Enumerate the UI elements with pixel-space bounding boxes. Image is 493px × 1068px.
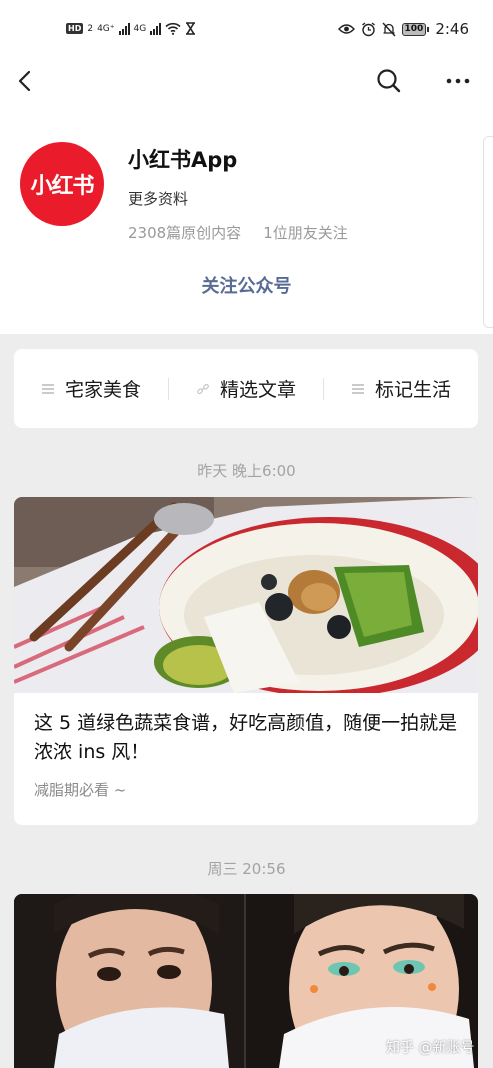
article-title: 这 5 道绿色蔬菜食谱，好吃高颜值，随便一拍就是浓浓 ins 风！ xyxy=(34,712,458,763)
search-icon[interactable] xyxy=(375,67,403,95)
wifi-icon xyxy=(165,22,181,35)
menu-item-life[interactable]: 标记生活 xyxy=(324,349,478,428)
menu-label: 标记生活 xyxy=(374,379,451,401)
article-card[interactable]: 这 5 道绿色蔬菜食谱，好吃高颜值，随便一拍就是浓浓 ins 风！ 减脂期必看 … xyxy=(14,497,478,825)
avatar[interactable]: 小红书 xyxy=(20,142,104,226)
menu-label: 精选文章 xyxy=(219,379,296,401)
account-stats: 2308篇原创内容 1位朋友关注 xyxy=(128,222,348,243)
account-name: 小红书App xyxy=(128,148,238,172)
mute-bell-icon xyxy=(382,22,396,36)
post-time: 昨天 晚上6:00 xyxy=(197,462,296,480)
signal-icon xyxy=(118,22,130,35)
battery-level: 100 xyxy=(401,22,427,36)
menu-label: 宅家美食 xyxy=(64,379,141,401)
signal-icon xyxy=(150,22,162,35)
network-type-1: 4G⁺ xyxy=(97,23,115,34)
clock: 2:46 xyxy=(435,20,469,38)
follow-button[interactable]: 关注公众号 xyxy=(0,272,493,298)
post-time: 周三 20:56 xyxy=(207,860,286,878)
article-digest: 减脂期必看 ~ xyxy=(34,781,127,799)
friends-following: 1位朋友关注 xyxy=(263,224,348,242)
battery-icon: 100 xyxy=(401,22,430,36)
hd-sub: 2 xyxy=(87,23,94,34)
account-menu: 宅家美食 精选文章 标记生活 xyxy=(14,349,478,428)
status-bar: HD 2 4G⁺ 4G 100 2:46 xyxy=(0,0,493,60)
network-type-2: 4G xyxy=(133,23,147,34)
alarm-icon xyxy=(361,21,375,36)
hd-badge: HD xyxy=(66,23,84,34)
articles-count: 2308篇原创内容 xyxy=(128,224,242,242)
more-options-icon[interactable] xyxy=(444,67,472,95)
hourglass-icon xyxy=(186,22,196,35)
list-icon xyxy=(351,383,364,394)
more-info-link[interactable]: 更多资料 xyxy=(128,188,188,209)
menu-item-food[interactable]: 宅家美食 xyxy=(14,349,168,428)
avatar-logo-text: 小红书 xyxy=(30,174,94,199)
nav-bar xyxy=(0,60,493,104)
list-icon xyxy=(41,383,54,394)
account-profile: 小红书 小红书App 更多资料 2308篇原创内容 1位朋友关注 关注公众号 xyxy=(0,104,493,334)
network-indicators: HD 2 4G⁺ 4G xyxy=(66,22,196,35)
eye-icon xyxy=(337,24,355,34)
link-icon xyxy=(197,383,209,394)
article-cover-image xyxy=(14,497,478,693)
watermark: 知乎 @新账号 xyxy=(386,1040,475,1056)
status-right: 100 2:46 xyxy=(337,20,469,38)
back-arrow-icon[interactable] xyxy=(14,68,40,94)
menu-item-articles[interactable]: 精选文章 xyxy=(169,349,323,428)
side-card-edge xyxy=(483,136,493,328)
